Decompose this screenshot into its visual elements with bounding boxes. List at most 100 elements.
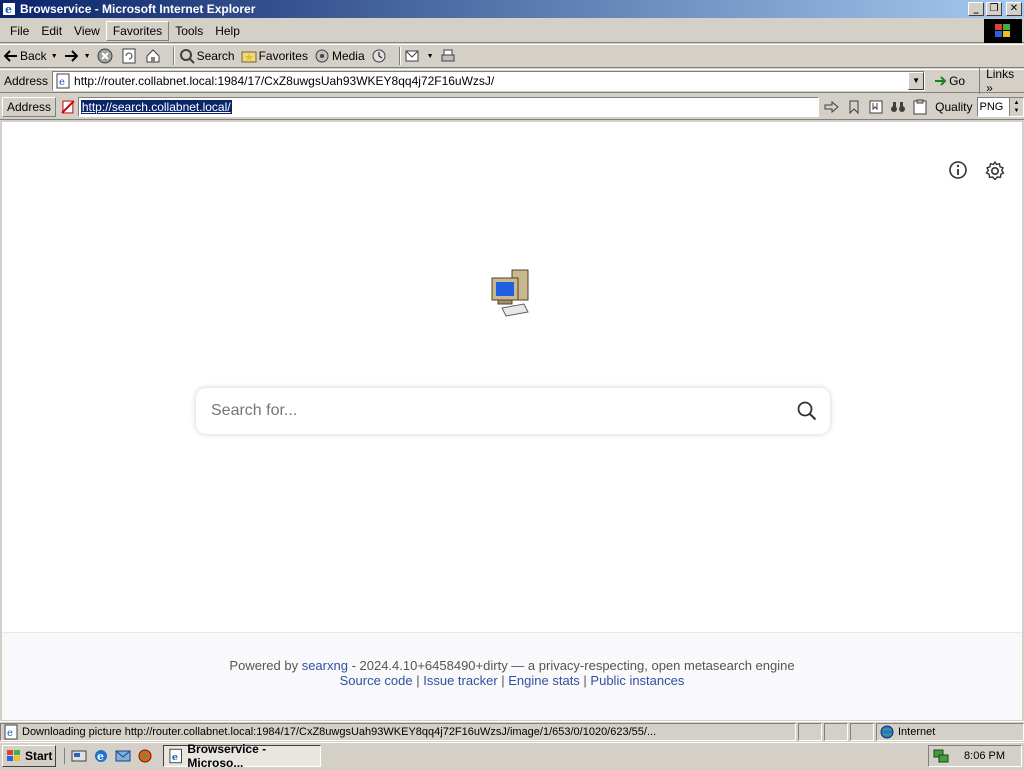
ie-address-field[interactable]: e http://router.collabnet.local:1984/17/… [52, 71, 926, 91]
taskbar-ie-window[interactable]: e Browservice - Microso... [163, 741, 321, 770]
svg-text:e: e [7, 728, 13, 739]
network-icon[interactable] [933, 748, 949, 764]
refresh-icon [122, 48, 136, 64]
history-icon [372, 49, 386, 63]
window-title: Browservice - Microsoft Internet Explore… [20, 2, 256, 16]
show-desktop-icon[interactable] [71, 748, 87, 764]
search-button[interactable]: Search [179, 46, 235, 66]
home-icon [146, 49, 160, 63]
maximize-button[interactable]: ❐ [986, 2, 1002, 16]
source-code-link[interactable]: Source code [340, 673, 413, 688]
link-separator: | [412, 673, 424, 688]
system-tray: 8:06 PM [928, 745, 1022, 767]
clock[interactable]: 8:06 PM [964, 750, 1005, 762]
home-button[interactable] [145, 46, 163, 66]
link-separator: | [497, 673, 509, 688]
footer-powered-line: Powered by searxng - 2024.4.10+6458490+d… [2, 658, 1022, 673]
search-input[interactable]: Search for... [211, 402, 297, 420]
quality-value: PNG [979, 100, 1004, 113]
menu-tools[interactable]: Tools [169, 22, 209, 40]
svg-text:e: e [59, 77, 65, 88]
mail-icon [405, 50, 419, 62]
link-separator: | [579, 673, 591, 688]
menu-bar: File Edit View Favorites Tools Help [0, 19, 1024, 43]
clipboard-icon [913, 99, 927, 114]
svg-text:e: e [172, 751, 178, 762]
menu-edit[interactable]: Edit [35, 22, 68, 40]
bookmark-button[interactable] [845, 98, 863, 116]
gear-icon[interactable] [984, 160, 1006, 182]
status-text-panel: e Downloading picture http://router.coll… [0, 722, 796, 741]
chevron-down-icon[interactable]: ▼ [427, 53, 434, 60]
ie-launch-icon[interactable]: e [93, 748, 109, 764]
page-viewport[interactable]: Search for... Powered by searxng - 2024.… [2, 122, 1022, 720]
search-globe-icon [179, 49, 195, 64]
quick-launch: e [64, 747, 153, 764]
minimize-button[interactable]: _ [968, 2, 984, 16]
chevron-down-icon[interactable]: ▼ [84, 53, 91, 60]
browservice-url: http://search.collabnet.local/ [80, 99, 232, 114]
search-icon[interactable] [796, 400, 818, 422]
status-cell [850, 722, 874, 741]
close-button[interactable]: ✕ [1006, 2, 1022, 16]
address-dropdown-button[interactable]: ▼ [908, 72, 925, 90]
menu-file[interactable]: File [4, 22, 35, 40]
page-icon: e [4, 724, 18, 739]
refresh-button[interactable] [121, 46, 139, 66]
bookmarks-list-button[interactable] [867, 98, 885, 116]
media-label: Media [331, 49, 365, 63]
print-button[interactable] [440, 46, 458, 66]
bookmark-icon [849, 100, 859, 114]
back-button[interactable]: Back ▼ [4, 46, 58, 66]
svg-text:e: e [97, 750, 104, 763]
start-label: Start [25, 748, 53, 763]
forward-arrow-icon [64, 50, 78, 62]
stop-button[interactable] [97, 46, 115, 66]
start-button[interactable]: Start [2, 744, 56, 767]
media-icon [315, 49, 329, 63]
arrow-right-icon [824, 100, 839, 113]
media-player-icon[interactable] [137, 748, 153, 764]
searxng-link[interactable]: searxng [302, 658, 348, 673]
standard-toolbar: Back ▼ ▼ Search Favorites Media ▼ [0, 44, 1024, 68]
mail-button[interactable]: ▼ [405, 46, 434, 66]
ie-address-url: http://router.collabnet.local:1984/17/Cx… [74, 74, 495, 88]
forward-button[interactable]: ▼ [64, 46, 91, 66]
bookmarks-list-icon [869, 100, 883, 113]
find-button[interactable] [889, 98, 907, 116]
title-bar[interactable]: e Browservice - Microsoft Internet Explo… [0, 0, 1024, 18]
windows-flag-icon [995, 24, 1010, 37]
status-text: Downloading picture http://router.collab… [22, 725, 657, 738]
menu-view[interactable]: View [68, 22, 106, 40]
history-button[interactable] [371, 46, 389, 66]
go-label: Go [949, 74, 966, 88]
clipboard-button[interactable] [911, 98, 929, 116]
taskbar-window-label: Browservice - Microso... [187, 741, 267, 770]
back-label: Back [20, 49, 47, 63]
chevron-down-icon[interactable]: ▼ [51, 53, 58, 60]
outlook-express-icon[interactable] [115, 748, 131, 764]
ie-icon: e [3, 3, 15, 16]
media-button[interactable]: Media [314, 46, 365, 66]
search-box[interactable]: Search for... [196, 388, 830, 434]
go-button[interactable]: Go [933, 74, 965, 88]
page-footer: Powered by searxng - 2024.4.10+6458490+d… [2, 632, 1022, 720]
menu-help[interactable]: Help [209, 22, 246, 40]
issue-tracker-link[interactable]: Issue tracker [423, 673, 497, 688]
public-instances-link[interactable]: Public instances [590, 673, 684, 688]
computer-logo-icon [491, 269, 529, 317]
favorites-label: Favorites [258, 49, 308, 63]
status-bar: e Downloading picture http://router.coll… [0, 721, 1024, 741]
quality-spinner[interactable]: ▲ ▼ [1009, 97, 1023, 116]
links-button[interactable]: Links » [979, 67, 1024, 95]
go-forward-button[interactable] [823, 98, 841, 116]
menu-favorites[interactable]: Favorites [105, 20, 170, 41]
search-label: Search [196, 49, 235, 63]
engine-stats-link[interactable]: Engine stats [508, 673, 580, 688]
quality-select[interactable]: PNG ▲ ▼ [976, 96, 1024, 117]
info-icon[interactable] [948, 160, 968, 180]
links-label: Links [986, 67, 1015, 81]
favorites-button[interactable]: Favorites [241, 46, 308, 66]
browservice-address-field[interactable]: http://search.collabnet.local/ [77, 96, 820, 117]
toolbar-separator [172, 47, 175, 65]
